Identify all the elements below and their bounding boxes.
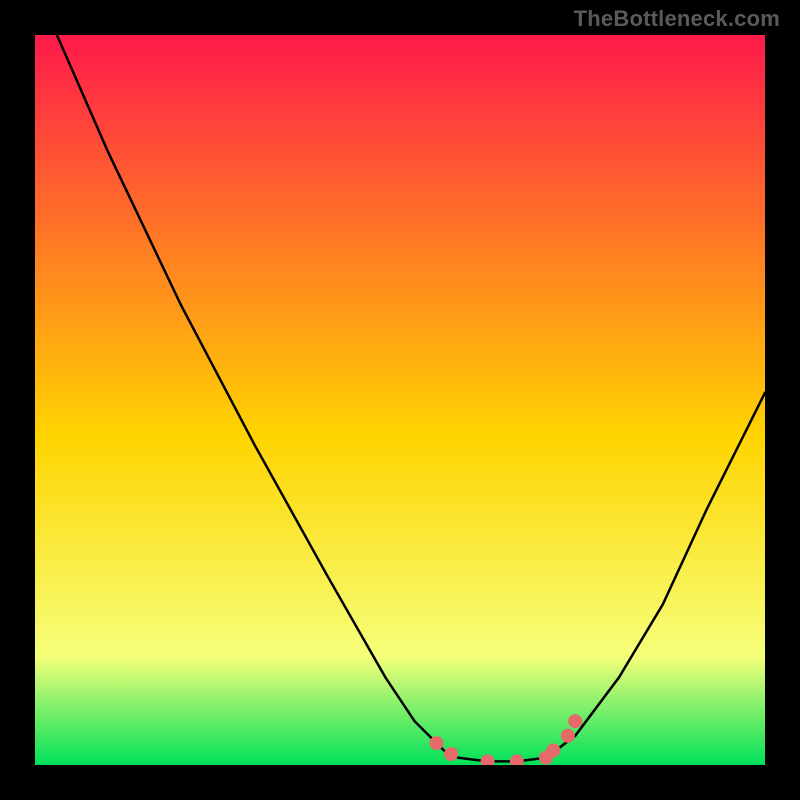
- series-right-branch: [546, 393, 765, 758]
- marker-point: [444, 747, 458, 761]
- marker-point: [568, 714, 582, 728]
- curve-layer: [35, 35, 765, 765]
- marker-point: [561, 729, 575, 743]
- marker-point: [430, 736, 444, 750]
- series-left-branch: [57, 35, 459, 758]
- marker-point: [546, 743, 560, 757]
- series-group: [57, 35, 765, 761]
- plot-area: [35, 35, 765, 765]
- watermark-text: TheBottleneck.com: [574, 6, 780, 32]
- marker-point: [481, 754, 495, 765]
- series-valley-floor: [458, 758, 546, 762]
- marker-group: [430, 714, 583, 765]
- marker-point: [510, 754, 524, 765]
- chart-stage: TheBottleneck.com: [0, 0, 800, 800]
